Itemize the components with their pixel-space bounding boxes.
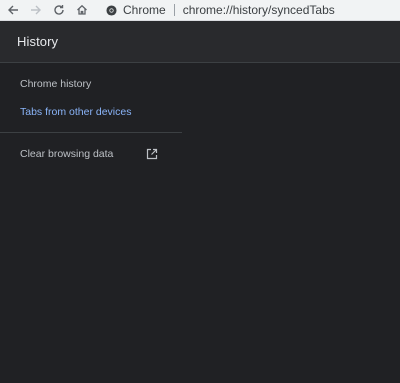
address-bar[interactable]: Chrome chrome://history/syncedTabs	[106, 0, 335, 20]
reload-button[interactable]	[49, 0, 69, 20]
forward-button[interactable]	[26, 0, 46, 20]
sidebar-item-label: Tabs from other devices	[20, 106, 132, 118]
clear-browsing-data-link[interactable]: Clear browsing data	[0, 140, 182, 168]
browser-toolbar: Chrome chrome://history/syncedTabs	[0, 0, 400, 21]
site-chip: Chrome	[106, 3, 166, 17]
open-in-new-icon	[146, 148, 158, 160]
site-label: Chrome	[123, 3, 166, 17]
home-icon	[77, 4, 87, 15]
sidebar: Chrome history Tabs from other devices C…	[0, 63, 182, 168]
sidebar-item-tabs-from-other-devices[interactable]: Tabs from other devices	[0, 98, 182, 126]
sidebar-divider	[0, 132, 182, 133]
sidebar-item-chrome-history[interactable]: Chrome history	[0, 70, 182, 98]
page-title: History	[17, 34, 59, 49]
arrow-left-icon	[8, 5, 18, 15]
url-text[interactable]: chrome://history/syncedTabs	[183, 3, 335, 17]
home-button[interactable]	[72, 0, 92, 20]
arrow-right-icon	[31, 5, 41, 15]
sidebar-item-label: Chrome history	[20, 78, 92, 90]
omnibox-divider	[173, 4, 175, 16]
back-button[interactable]	[3, 0, 23, 20]
chrome-icon	[106, 4, 117, 16]
reload-icon	[54, 5, 64, 15]
clear-browsing-data-label: Clear browsing data	[20, 148, 114, 160]
page-header: History	[0, 21, 400, 63]
